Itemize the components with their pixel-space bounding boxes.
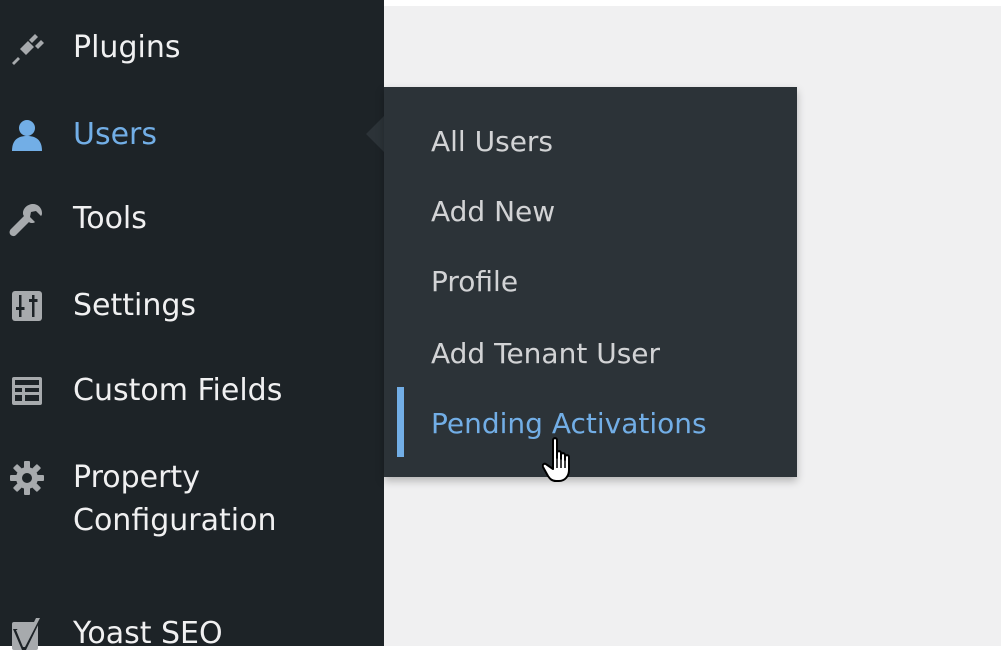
sidebar-item-label: Plugins	[73, 30, 181, 65]
plugin-icon	[8, 29, 46, 67]
sidebar-item-label: Property Configuration	[73, 460, 277, 538]
sliders-icon	[8, 287, 46, 325]
sidebar-item-property-configuration[interactable]: Property Configuration	[0, 456, 384, 544]
active-indicator	[397, 387, 404, 457]
submenu-item-label: All Users	[431, 125, 554, 158]
wrench-icon	[8, 200, 46, 238]
yoast-icon	[8, 615, 46, 653]
sidebar-item-tools[interactable]: Tools	[0, 197, 384, 241]
flyout-arrow	[366, 116, 384, 152]
submenu-item-pending-activations[interactable]: Pending Activations	[384, 387, 797, 459]
user-icon	[8, 116, 46, 154]
sidebar-item-settings[interactable]: Settings	[0, 284, 384, 328]
sidebar-top-edge	[0, 0, 384, 6]
sidebar-item-custom-fields[interactable]: Custom Fields	[0, 369, 384, 413]
sidebar-item-label: Tools	[73, 201, 147, 236]
gear-icon	[8, 459, 46, 497]
sidebar-item-users[interactable]: Users	[0, 113, 384, 157]
submenu-item-label: Add New	[431, 195, 556, 228]
sidebar-item-label: Custom Fields	[73, 373, 283, 408]
submenu-item-label: Add Tenant User	[431, 337, 661, 370]
submenu-item-add-tenant-user[interactable]: Add Tenant User	[384, 324, 797, 384]
users-submenu-flyout: All Users Add New Profile Add Tenant Use…	[384, 87, 797, 477]
sidebar-item-label: Settings	[73, 288, 197, 323]
submenu-item-all-users[interactable]: All Users	[384, 113, 797, 173]
admin-sidebar: Plugins Users Tools Settings Custom Fiel…	[0, 0, 384, 651]
sidebar-item-yoast-seo[interactable]: Yoast SEO	[0, 612, 384, 656]
hand-pointer-icon	[541, 436, 584, 484]
table-icon	[8, 372, 46, 410]
sidebar-item-plugins[interactable]: Plugins	[0, 26, 384, 70]
submenu-item-label: Profile	[431, 265, 519, 298]
sidebar-item-label: Yoast SEO	[73, 616, 223, 651]
submenu-item-profile[interactable]: Profile	[384, 253, 797, 313]
submenu-item-add-new[interactable]: Add New	[384, 183, 797, 243]
sidebar-item-label: Users	[73, 117, 158, 152]
